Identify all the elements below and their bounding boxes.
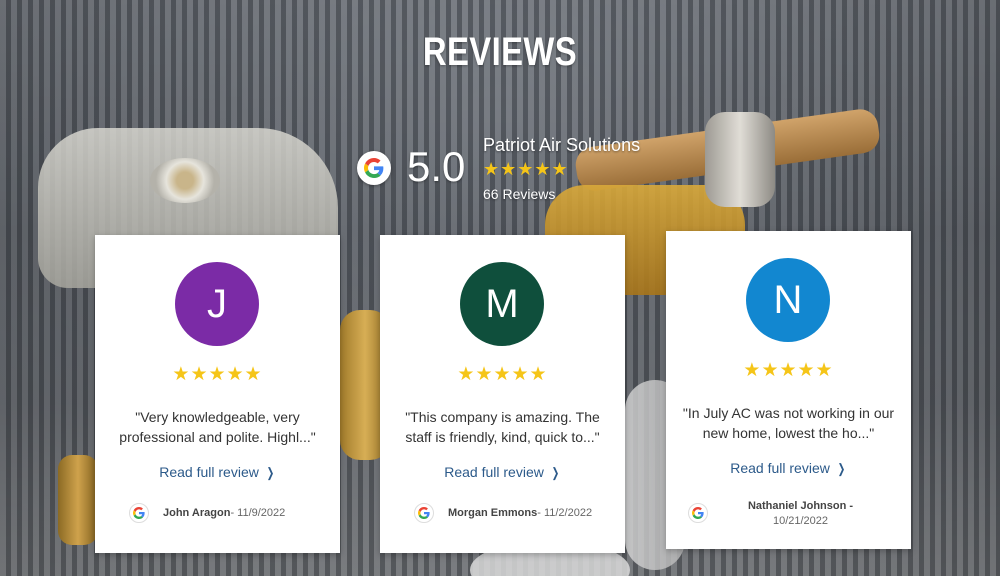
reviewer-name: Nathaniel Johnson - — [747, 500, 854, 512]
review-footer: Morgan Emmons - 11/2/2022 — [414, 503, 615, 523]
read-full-review-label[interactable]: Read full review — [444, 464, 544, 480]
star-rating: ★★★★★ — [743, 360, 834, 381]
review-date: - 11/9/2022 — [230, 507, 286, 519]
read-full-review-link[interactable]: Read full review ❯ — [95, 464, 340, 481]
reviews-section: REVIEWS 5.0 Patriot Air Solutions ★★★★★ … — [0, 0, 1000, 576]
chevron-right-icon: ❯ — [266, 465, 275, 480]
review-card: N ★★★★★ "In July AC was not working in o… — [666, 231, 911, 549]
rating-summary: 5.0 Patriot Air Solutions ★★★★★ 66 Revie… — [357, 133, 677, 213]
review-text: "Very knowledgeable, very professional a… — [119, 409, 316, 445]
review-date: - 11/2/2022 — [537, 507, 593, 519]
review-card: M ★★★★★ "This company is amazing. The st… — [380, 235, 625, 553]
read-full-review-link[interactable]: Read full review ❯ — [666, 460, 911, 477]
google-icon — [414, 503, 434, 523]
avatar: N — [746, 258, 830, 342]
summary-star-rating: ★★★★★ — [483, 159, 569, 179]
section-title: REVIEWS — [422, 30, 578, 74]
google-icon — [688, 503, 708, 523]
review-text: "This company is amazing. The staff is f… — [405, 409, 600, 445]
review-text: "In July AC was not working in our new h… — [682, 405, 895, 441]
avatar: J — [175, 262, 259, 346]
star-rating: ★★★★★ — [172, 364, 263, 385]
read-full-review-label[interactable]: Read full review — [159, 464, 259, 480]
review-footer: Nathaniel Johnson - 10/21/2022 — [678, 499, 899, 529]
avatar: M — [460, 262, 544, 346]
star-rating: ★★★★★ — [457, 364, 548, 385]
google-icon — [357, 151, 391, 185]
reviewer-name: John Aragon — [163, 507, 231, 519]
overall-rating: 5.0 — [407, 143, 466, 190]
read-full-review-label[interactable]: Read full review — [730, 460, 830, 476]
review-date: 10/21/2022 — [772, 515, 829, 527]
google-icon — [129, 503, 149, 523]
review-count[interactable]: 66 Reviews — [483, 186, 555, 202]
business-name[interactable]: Patriot Air Solutions — [483, 135, 640, 156]
chevron-right-icon: ❯ — [837, 461, 846, 476]
read-full-review-link[interactable]: Read full review ❯ — [380, 464, 625, 481]
chevron-right-icon: ❯ — [551, 465, 560, 480]
review-footer: John Aragon - 11/9/2022 — [129, 503, 330, 523]
reviewer-name: Morgan Emmons — [448, 507, 538, 519]
review-card: J ★★★★★ "Very knowledgeable, very profes… — [95, 235, 340, 553]
